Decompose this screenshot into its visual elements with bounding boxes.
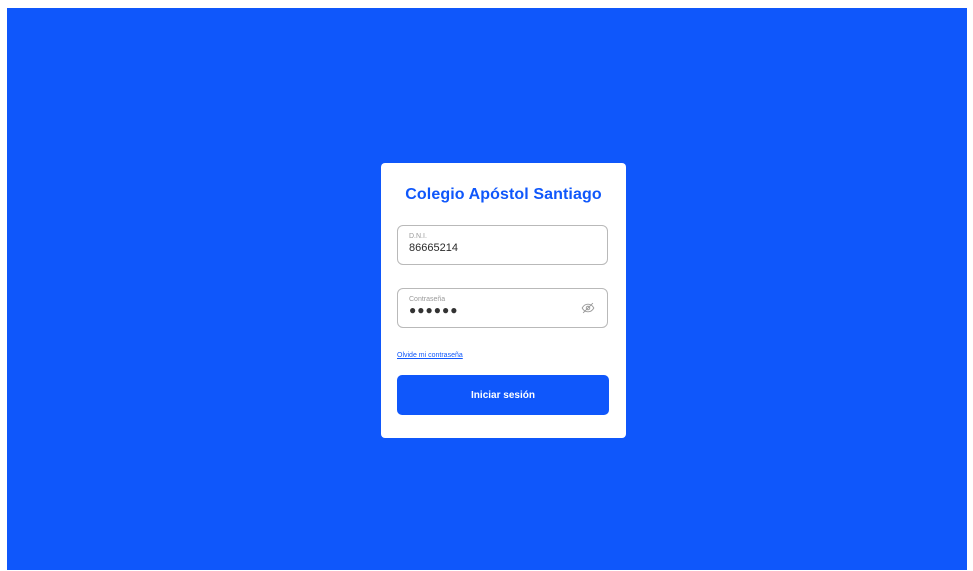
school-title: Colegio Apóstol Santiago — [405, 186, 602, 203]
password-input-value[interactable]: ●●●●●● — [409, 303, 459, 317]
page-background: Colegio Apóstol Santiago D.N.I. 86665214… — [7, 8, 967, 570]
dni-field[interactable]: D.N.I. 86665214 — [397, 225, 608, 265]
login-button[interactable]: Iniciar sesión — [397, 375, 609, 415]
login-card: Colegio Apóstol Santiago D.N.I. 86665214… — [381, 163, 626, 438]
dni-label: D.N.I. — [409, 233, 427, 240]
eye-off-icon[interactable] — [581, 301, 595, 315]
password-field[interactable]: Contraseña ●●●●●● — [397, 288, 608, 328]
password-label: Contraseña — [409, 296, 446, 303]
forgot-password-link[interactable]: Olvide mi contraseña — [397, 352, 463, 359]
dni-input-value[interactable]: 86665214 — [409, 242, 458, 254]
